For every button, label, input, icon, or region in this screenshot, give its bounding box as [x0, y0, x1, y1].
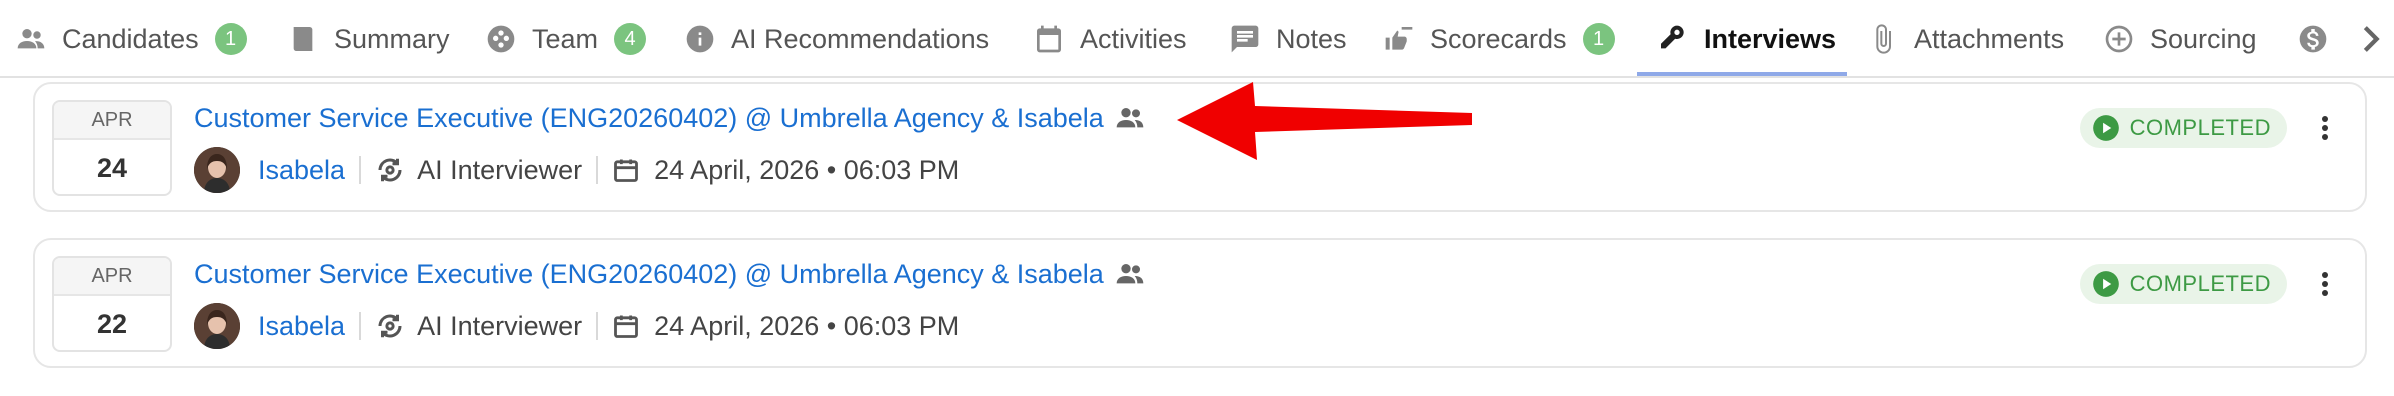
avatar[interactable]: [194, 303, 240, 349]
interviewer-label: AI Interviewer: [417, 310, 583, 341]
play-circle-icon: [2092, 270, 2120, 298]
calendar-icon: [1032, 22, 1066, 56]
annotation-arrow-icon: [1175, 80, 1475, 165]
chevron-right-icon[interactable]: [2354, 22, 2388, 56]
book-icon: [286, 22, 320, 56]
candidate-name-link[interactable]: Isabela: [258, 155, 345, 186]
play-circle-icon: [2092, 114, 2120, 142]
tab-label: Notes: [1276, 23, 1347, 54]
team-icon: [484, 22, 518, 56]
ai-interviewer-icon: [375, 155, 405, 185]
interview-card[interactable]: APR 22 Customer Service Executive (ENG20…: [33, 238, 2367, 368]
plus-circle-icon: [2102, 22, 2136, 56]
more-options-icon[interactable]: [2313, 268, 2337, 300]
tab-attachments[interactable]: Attachments: [1866, 0, 2064, 78]
candidate-name-link[interactable]: Isabela: [258, 311, 345, 342]
tab-interviews[interactable]: Interviews: [1656, 0, 1836, 78]
group-icon: [1114, 102, 1146, 134]
tab-ai-recommendations[interactable]: AI Recommendations: [683, 0, 989, 78]
status-badge: COMPLETED: [2079, 108, 2287, 148]
dollar-icon: [2296, 22, 2330, 56]
tab-label: Candidates: [62, 23, 199, 54]
tab-label: AI Recommendations: [731, 23, 990, 54]
calendar-icon: [612, 312, 640, 340]
interview-datetime: 24 April, 2026 • 06:03 PM: [654, 310, 960, 341]
chat-icon: [1228, 22, 1262, 56]
date-box: APR 24: [52, 100, 172, 196]
status-text: COMPLETED: [2129, 115, 2271, 140]
tab-activities[interactable]: Activities: [1032, 0, 1187, 78]
tab-label: Sourcing: [2150, 23, 2257, 54]
tab-billing[interactable]: [2296, 0, 2344, 78]
tab-bar: Candidates 1 Summary Team 4 AI Recommend…: [0, 0, 2394, 78]
divider: [359, 156, 362, 184]
date-month: APR: [54, 102, 170, 140]
date-day: 24: [96, 152, 128, 183]
tab-team[interactable]: Team 4: [484, 0, 647, 78]
date-box: APR 22: [52, 256, 172, 352]
divider: [359, 312, 362, 340]
tab-summary[interactable]: Summary: [286, 0, 450, 78]
info-icon: [683, 22, 717, 56]
tab-label: Attachments: [1914, 23, 2065, 54]
group-icon: [1114, 258, 1146, 290]
date-day: 22: [96, 308, 128, 339]
interviewer-label: AI Interviewer: [417, 154, 583, 185]
interview-datetime: 24 April, 2026 • 06:03 PM: [654, 154, 960, 185]
tab-label: Team: [532, 23, 599, 54]
interview-title-link[interactable]: Customer Service Executive (ENG20260402)…: [194, 259, 1104, 290]
divider: [596, 312, 599, 340]
avatar[interactable]: [194, 147, 240, 193]
tab-sourcing[interactable]: Sourcing: [2102, 0, 2257, 78]
interview-title-link[interactable]: Customer Service Executive (ENG20260402)…: [194, 103, 1104, 134]
date-month: APR: [54, 258, 170, 296]
count-badge: 1: [214, 23, 247, 55]
count-badge: 1: [1582, 23, 1615, 55]
tab-label: Interviews: [1704, 23, 1837, 54]
tab-candidates[interactable]: Candidates 1: [14, 0, 247, 78]
people-icon: [14, 22, 48, 56]
tab-scorecards[interactable]: Scorecards 1: [1382, 0, 1615, 78]
thumbs-icon: [1382, 22, 1416, 56]
count-badge: 4: [614, 23, 647, 55]
tab-label: Scorecards: [1430, 23, 1567, 54]
divider: [596, 156, 599, 184]
more-options-icon[interactable]: [2313, 112, 2337, 144]
status-badge: COMPLETED: [2079, 264, 2287, 304]
paperclip-icon: [1866, 22, 1900, 56]
status-text: COMPLETED: [2129, 271, 2271, 296]
ai-interviewer-icon: [375, 311, 405, 341]
calendar-icon: [612, 156, 640, 184]
active-tab-underline: [1637, 72, 1847, 76]
tab-notes[interactable]: Notes: [1228, 0, 1347, 78]
microphone-icon: [1656, 22, 1690, 56]
tab-label: Summary: [334, 23, 450, 54]
tab-label: Activities: [1080, 23, 1187, 54]
